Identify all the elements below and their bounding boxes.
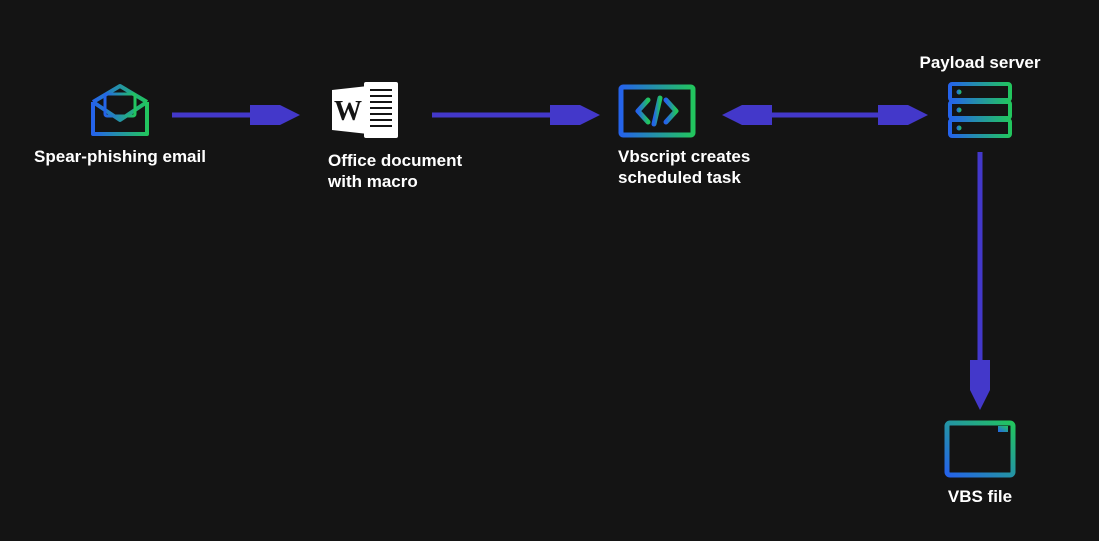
arrow-server-to-vbsfile	[970, 150, 990, 410]
node-vbscript-label: Vbscript createsscheduled task	[618, 146, 750, 189]
node-doc-label: Office documentwith macro	[328, 150, 462, 193]
node-doc: W Office documentwith macro	[308, 78, 488, 193]
node-vbsfile: VBS file	[930, 420, 1030, 507]
node-server: Payload server	[910, 52, 1050, 139]
node-server-label: Payload server	[920, 52, 1041, 73]
node-vbscript: Vbscript createsscheduled task	[600, 84, 780, 189]
arrow-email-to-doc	[170, 105, 300, 125]
node-email-label: Spear-phishing email	[34, 146, 206, 167]
arrow-doc-to-vbscript	[430, 105, 600, 125]
node-vbsfile-label: VBS file	[948, 486, 1012, 507]
email-icon	[89, 82, 151, 138]
code-icon	[618, 84, 696, 138]
arrow-vbscript-server-bidir	[720, 105, 930, 125]
svg-text:W: W	[334, 96, 362, 127]
window-icon	[944, 420, 1016, 478]
word-document-icon: W	[328, 78, 404, 142]
server-icon	[947, 81, 1013, 139]
